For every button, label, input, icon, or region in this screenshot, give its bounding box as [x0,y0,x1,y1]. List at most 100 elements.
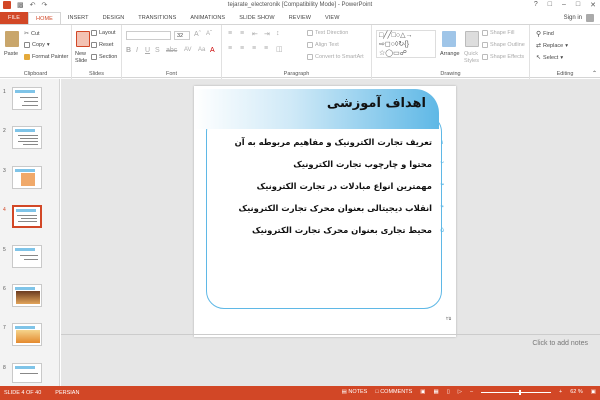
slideshow-icon[interactable]: ▷ [458,389,462,395]
align-right-icon[interactable]: ≡ [252,45,256,52]
bullet-number: ۱ [440,138,444,146]
sign-in[interactable]: Sign in [564,14,594,22]
slide-thumbnail-3[interactable] [12,166,42,189]
notes-button[interactable]: ▤ NOTES [342,389,368,395]
font-name-input[interactable] [126,31,171,40]
quick-styles-button-line2[interactable]: Styles [464,58,479,64]
quick-styles-button[interactable]: Quick [464,51,478,57]
char-spacing-icon[interactable]: AV [184,47,192,53]
close-icon[interactable]: ✕ [590,1,596,9]
replace-button[interactable]: ⇄ Replace ▾ [536,42,568,50]
minimize-icon[interactable]: – [562,1,566,9]
tab-design[interactable]: DESIGN [96,12,132,24]
maximize-icon[interactable]: □ [576,1,580,9]
copy-button[interactable]: Copy ▾ [24,42,50,48]
shrink-font-icon[interactable]: Aˇ [206,31,212,37]
bullet-number: ۳ [440,182,444,190]
grow-font-icon[interactable]: Aˆ [194,31,201,38]
tab-slide-show[interactable]: SLIDE SHOW [232,12,282,24]
zoom-out-icon[interactable]: – [470,389,473,395]
layout-button[interactable]: Layout [91,30,116,36]
select-button[interactable]: ↖ Select ▾ [536,54,563,62]
fit-slide-icon[interactable]: ▣ [591,389,596,395]
slide-thumbnail-1[interactable] [12,87,42,110]
section-button[interactable]: Section [91,54,117,60]
zoom-in-icon[interactable]: + [559,389,562,395]
tab-transitions[interactable]: TRANSITIONS [131,12,183,24]
effects-icon [482,54,488,60]
find-button[interactable]: ⚲ Find [536,30,554,38]
bullet-item: ۳ مهمترین انواع مبادلات در تجارت الکترونی… [212,175,444,197]
thumb-text-line [20,255,38,256]
text-direction-button[interactable]: Text Direction [307,30,348,36]
slide-thumbnail-8[interactable] [12,363,42,383]
thumb-image [16,291,40,304]
new-slide-button-line2[interactable]: Slide [75,58,87,64]
format-painter-button[interactable]: Format Painter [24,54,68,60]
ribbon-display-icon[interactable]: □ [548,1,552,9]
shape-outline-button[interactable]: Shape Outline [482,42,525,48]
slide-thumbnail-pane: 1 2 3 4 5 6 7 8 [0,79,60,386]
bullet-item: ۵ محیط تجاری بعنوان محرک تجارت الکترونیک [212,219,444,241]
shapes-gallery[interactable]: □╱╱□○△→ ⇨◻○◊↻{} ☆◯▭☍ [376,30,436,58]
columns-icon[interactable]: ◫ [276,45,283,53]
slide-title[interactable]: اهداف آموزشی [327,96,426,111]
current-slide[interactable]: اهداف آموزشی ۱ تعریف تجارت الکترونیک و مف… [194,86,456,337]
underline-icon[interactable]: U [145,47,150,54]
reading-view-icon[interactable]: ▯ [447,389,450,395]
align-center-icon[interactable]: ≡ [240,45,244,52]
slide-thumbnail-6[interactable] [12,284,42,307]
shape-effects-button[interactable]: Shape Effects [482,54,524,60]
line-spacing-icon[interactable]: ↕ [276,30,280,37]
shape-fill-button[interactable]: Shape Fill [482,30,514,36]
tab-insert[interactable]: INSERT [61,12,96,24]
reset-button[interactable]: Reset [91,42,113,48]
layout-icon [91,30,97,36]
slide-thumbnail-5[interactable] [12,245,42,268]
arrange-button[interactable]: Arrange [440,51,460,57]
paint-bucket-icon [482,30,488,36]
align-text-button[interactable]: Align Text [307,42,339,48]
thumb-image [21,173,35,186]
notes-divider[interactable] [61,334,600,335]
font-size-input[interactable]: 32 [174,31,190,40]
new-slide-button[interactable]: New [75,51,86,57]
tab-review[interactable]: REVIEW [282,12,318,24]
zoom-slider-knob[interactable] [519,389,522,395]
increase-indent-icon[interactable]: ⇥ [264,30,270,38]
strikethrough-icon[interactable]: abc [166,47,177,54]
zoom-level[interactable]: 62 % [570,389,583,395]
tab-animations[interactable]: ANIMATIONS [183,12,232,24]
change-case-icon[interactable]: Aa [198,47,205,53]
tab-file[interactable]: FILE [0,12,29,24]
numbering-icon[interactable]: ≡ [240,30,244,37]
slide-thumbnail-7[interactable] [12,323,42,346]
convert-smartart-button[interactable]: Convert to SmartArt [307,54,364,60]
notes-placeholder[interactable]: Click to add notes [532,340,588,347]
language-indicator[interactable]: PERSIAN [55,390,79,396]
decrease-indent-icon[interactable]: ⇤ [252,30,258,38]
bold-icon[interactable]: B [126,47,131,54]
ribbon-tabs: FILE HOME INSERT DESIGN TRANSITIONS ANIM… [0,12,600,24]
cut-button[interactable]: ✂ Cut [24,30,40,38]
thumb-image [16,330,40,343]
font-color-icon[interactable]: A [210,47,215,54]
bullets-icon[interactable]: ≡ [228,30,232,37]
slide-sorter-icon[interactable]: ▦ [434,389,439,395]
slide-thumbnail-4[interactable] [12,205,42,228]
help-icon[interactable]: ? [534,1,538,9]
slide-thumbnail-2[interactable] [12,126,42,149]
shadow-icon[interactable]: S [155,47,160,54]
paste-button[interactable]: Paste [4,51,18,57]
thumb-banner [16,209,36,212]
tab-view[interactable]: VIEW [318,12,346,24]
italic-icon[interactable]: I [136,47,138,54]
justify-icon[interactable]: ≡ [264,45,268,52]
bullet-list[interactable]: ۱ تعریف تجارت الکترونیک و مفاهیم مربوطه ب… [212,131,444,241]
comments-button[interactable]: □ COMMENTS [375,389,412,395]
tab-home[interactable]: HOME [28,12,61,24]
collapse-ribbon-icon[interactable]: ⌃ [592,70,597,77]
normal-view-icon[interactable]: ▣ [420,389,425,395]
align-left-icon[interactable]: ≡ [228,45,232,52]
zoom-slider[interactable] [481,389,552,395]
